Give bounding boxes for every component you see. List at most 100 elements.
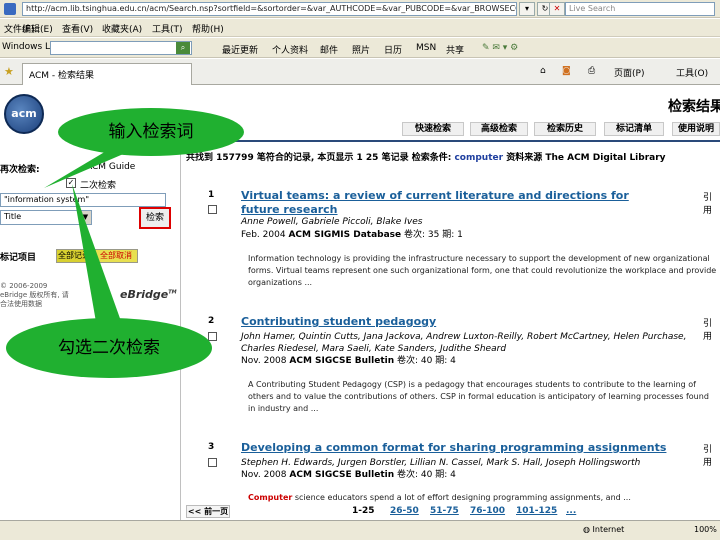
copyright-text: © 2006-2009 eBridge 版权所有, 请合法使用数据 bbox=[0, 282, 69, 308]
live-search-input[interactable]: Live Search bbox=[565, 2, 715, 16]
print-icon[interactable]: ⎙ bbox=[588, 66, 595, 76]
result-abstract: A Contributing Student Pedagogy (CSP) is… bbox=[248, 380, 709, 413]
result-title-link[interactable]: Virtual teams: a review of current liter… bbox=[241, 189, 671, 217]
acm-logo[interactable]: acm bbox=[4, 94, 44, 134]
page-current: 1-25 bbox=[352, 506, 375, 516]
menu-view[interactable]: 查看(V) bbox=[62, 22, 93, 35]
tab-strip: ★ ACM - 检索结果 ⌂ ◙ ⎙ 页面(P) 工具(O) bbox=[0, 59, 720, 85]
result-authors: Stephen H. Edwards, Jurgen Borstler, Lil… bbox=[241, 458, 641, 468]
refine-search-label: 再次检索: bbox=[0, 165, 40, 175]
toolbar-share[interactable]: 共享 bbox=[446, 43, 464, 56]
search-query-input[interactable]: "information system" bbox=[0, 193, 166, 207]
ebridge-logo-text: eBridge bbox=[120, 288, 169, 301]
security-zone: ◍ Internet bbox=[583, 525, 624, 534]
ie-page-icon bbox=[4, 3, 16, 15]
result-date: Nov. 2008 bbox=[241, 356, 287, 366]
result-date: Nov. 2008 bbox=[241, 470, 287, 480]
nav-advanced-search[interactable]: 高级检索 bbox=[470, 122, 528, 136]
page-link[interactable]: 101-125 bbox=[516, 506, 557, 516]
result-abstract: Information technology is providing the … bbox=[248, 254, 717, 287]
callout-check-secondary: 勾选二次检索 bbox=[6, 318, 212, 378]
menu-bar: 文件(F) 编辑(E) 查看(V) 收藏夹(A) 工具(T) 帮助(H) bbox=[0, 19, 720, 37]
summary-suffix: 资料来源 The ACM Digital Library bbox=[506, 153, 666, 163]
results-summary: 共找到 157799 笔符合的记录, 本页显示 1 25 笔记录 检索条件: c… bbox=[186, 152, 720, 165]
page-link[interactable]: 26-50 bbox=[390, 506, 419, 516]
security-zone-label: Internet bbox=[592, 525, 625, 534]
stop-icon[interactable]: ✕ bbox=[549, 2, 565, 16]
address-bar-row: http://acm.lib.tsinghua.edu.cn/acm/Searc… bbox=[0, 0, 720, 18]
pagination: << 前一页 1-25 26-50 51-75 76-100 101-125 .… bbox=[186, 505, 720, 519]
result-journal[interactable]: ACM SIGMIS Database bbox=[288, 230, 401, 240]
result-authors: John Hamer, Quintin Cutts, Jana Jackova,… bbox=[241, 332, 687, 354]
nav-help[interactable]: 使用说明 bbox=[672, 122, 720, 136]
tab-active[interactable]: ACM - 检索结果 bbox=[22, 63, 192, 85]
result-volume: 卷次: 40 期: 4 bbox=[397, 470, 456, 480]
page-link[interactable]: 76-100 bbox=[470, 506, 505, 516]
toolbar-profile[interactable]: 个人资料 bbox=[272, 43, 308, 56]
ebridge-tm: TM bbox=[168, 289, 177, 296]
address-dropdown-icon[interactable]: ▾ bbox=[519, 2, 535, 16]
menu-favorites[interactable]: 收藏夹(A) bbox=[102, 22, 142, 35]
result-source: Feb. 2004 ACM SIGMIS Database 卷次: 35 期: … bbox=[241, 229, 463, 241]
toolbar-extra-icons[interactable]: ✎ ✉ ▾ ⚙ bbox=[482, 43, 518, 53]
result-number: 1 bbox=[208, 190, 215, 200]
abstract-highlight: Computer bbox=[248, 493, 293, 502]
scope-acm-guide[interactable]: ACM Guide bbox=[86, 162, 135, 172]
tab-page-menu[interactable]: 页面(P) bbox=[614, 66, 644, 79]
page-title: 检索结果 bbox=[668, 99, 720, 115]
zoom-level[interactable]: 100% bbox=[694, 525, 717, 534]
ebridge-logo: eBridgeTM bbox=[120, 288, 177, 301]
status-bar: ◍ Internet 100% bbox=[0, 520, 720, 540]
menu-tools[interactable]: 工具(T) bbox=[152, 22, 183, 35]
toolbar-search-input[interactable] bbox=[50, 41, 192, 55]
prev-page-button[interactable]: << 前一页 bbox=[186, 505, 230, 518]
page-link[interactable]: 51-75 bbox=[430, 506, 459, 516]
result-journal[interactable]: ACM SIGCSE Bulletin bbox=[289, 470, 394, 480]
toolbar-msn[interactable]: MSN bbox=[416, 43, 436, 53]
result-checkbox[interactable] bbox=[208, 332, 217, 341]
abstract-text: science educators spend a lot of effort … bbox=[294, 493, 631, 502]
mark-all-button[interactable]: 全部记录 bbox=[56, 249, 92, 263]
result-number: 2 bbox=[208, 316, 215, 326]
field-select[interactable]: Title bbox=[0, 210, 92, 225]
page-link[interactable]: ... bbox=[566, 506, 576, 516]
result-checkbox[interactable] bbox=[208, 458, 217, 467]
clear-marks-button[interactable]: 全部取消 bbox=[94, 249, 138, 263]
result-volume: 卷次: 35 期: 1 bbox=[404, 230, 463, 240]
result-authors: Anne Powell, Gabriele Piccoli, Blake Ive… bbox=[241, 217, 423, 227]
result-journal[interactable]: ACM SIGCSE Bulletin bbox=[289, 356, 394, 366]
result-volume: 卷次: 40 期: 4 bbox=[397, 356, 456, 366]
nav-quick-search[interactable]: 快速检索 bbox=[402, 122, 464, 136]
feeds-icon[interactable]: ◙ bbox=[562, 66, 571, 76]
menu-help[interactable]: 帮助(H) bbox=[192, 22, 224, 35]
result-title-link[interactable]: Contributing student pedagogy bbox=[241, 315, 671, 329]
result-number: 3 bbox=[208, 442, 215, 452]
globe-icon: ◍ bbox=[583, 525, 590, 534]
result-checkbox[interactable] bbox=[208, 205, 217, 214]
nav-divider bbox=[184, 140, 720, 142]
secondary-search-checkbox[interactable]: ✓ bbox=[66, 178, 76, 188]
search-icon[interactable]: ⌕ bbox=[176, 42, 190, 54]
address-input[interactable]: http://acm.lib.tsinghua.edu.cn/acm/Searc… bbox=[22, 2, 517, 16]
toolbar-mail[interactable]: 邮件 bbox=[320, 43, 338, 56]
chevron-down-icon[interactable]: ▼ bbox=[80, 211, 91, 224]
favorites-star-icon[interactable]: ★ bbox=[4, 65, 14, 78]
result-source: Nov. 2008 ACM SIGCSE Bulletin 卷次: 40 期: … bbox=[241, 469, 456, 481]
home-icon[interactable]: ⌂ bbox=[540, 66, 546, 76]
result-date: Feb. 2004 bbox=[241, 230, 286, 240]
menu-edit[interactable]: 编辑(E) bbox=[22, 22, 53, 35]
result-cite-link[interactable]: 引用 bbox=[703, 190, 720, 216]
result-title-link[interactable]: Developing a common format for sharing p… bbox=[241, 441, 671, 455]
result-source: Nov. 2008 ACM SIGCSE Bulletin 卷次: 40 期: … bbox=[241, 355, 456, 367]
windows-live-toolbar: Windows Live ⌕ 最近更新 个人资料 邮件 照片 日历 MSN 共享… bbox=[0, 38, 720, 58]
summary-term: computer bbox=[454, 153, 504, 163]
callout-enter-keyword: 输入检索词 bbox=[58, 108, 244, 156]
tab-tools-menu[interactable]: 工具(O) bbox=[676, 66, 708, 79]
search-button[interactable]: 检索 bbox=[139, 207, 171, 229]
toolbar-calendar[interactable]: 日历 bbox=[384, 43, 402, 56]
toolbar-photos[interactable]: 照片 bbox=[352, 43, 370, 56]
nav-search-history[interactable]: 检索历史 bbox=[534, 122, 596, 136]
nav-marked-list[interactable]: 标记清单 bbox=[604, 122, 664, 136]
toolbar-recent[interactable]: 最近更新 bbox=[222, 43, 258, 56]
summary-prefix: 共找到 157799 笔符合的记录, 本页显示 1 25 笔记录 检索条件: bbox=[186, 153, 452, 163]
